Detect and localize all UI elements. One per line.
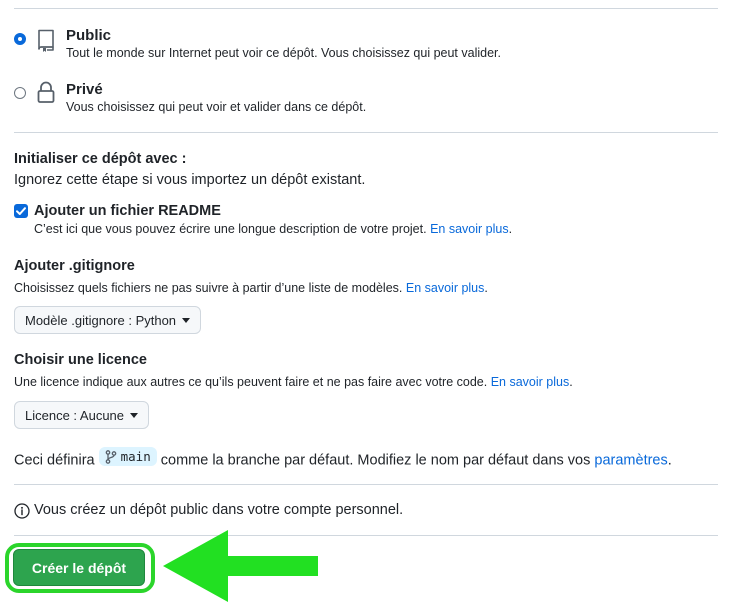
private-label[interactable]: Privé <box>66 81 103 98</box>
caret-down-icon <box>182 317 191 323</box>
gitignore-template-select[interactable]: Modèle .gitignore : Python <box>14 306 202 334</box>
caret-down-icon <box>130 412 139 418</box>
top-divider <box>14 8 718 9</box>
public-description: Tout le monde sur Internet peut voir ce … <box>66 46 501 60</box>
divider <box>14 132 718 133</box>
public-label[interactable]: Public <box>66 27 111 44</box>
gitignore-description: Choisissez quels fichiers ne pas suivre … <box>14 281 403 295</box>
gitignore-select-label: Modèle .gitignore : Python <box>25 312 177 328</box>
branch-note-middle: comme la branche par défaut. Modifiez le… <box>160 452 591 469</box>
period: . <box>484 281 488 295</box>
license-select[interactable]: Licence : Aucune <box>14 401 150 429</box>
info-icon <box>14 503 30 519</box>
divider <box>14 535 718 536</box>
gitignore-description-row: Choisissez quels fichiers ne pas suivre … <box>14 281 488 295</box>
create-repository-button[interactable]: Créer le dépôt <box>13 549 145 586</box>
gitignore-learn-more-link[interactable]: En savoir plus <box>406 281 485 295</box>
readme-description-row: C’est ici que vous pouvez écrire une lon… <box>34 222 512 236</box>
private-radio[interactable] <box>14 87 26 99</box>
check-icon <box>16 207 26 215</box>
branch-name: main <box>120 449 151 464</box>
divider <box>14 484 718 485</box>
settings-link[interactable]: paramètres <box>594 453 667 469</box>
period: . <box>569 375 573 389</box>
default-branch-note: Ceci définira main comme la branche par … <box>14 447 672 469</box>
git-branch-icon <box>105 449 116 464</box>
gitignore-heading: Ajouter .gitignore <box>14 258 135 274</box>
license-description-row: Une licence indique aux autres ce qu’ils… <box>14 375 573 389</box>
private-description: Vous choisissez qui peut voir et valider… <box>66 100 367 114</box>
branch-name-chip: main <box>98 447 157 466</box>
branch-note-prefix: Ceci définira <box>14 452 95 469</box>
public-radio[interactable] <box>14 33 26 45</box>
branch-note-suffix: . <box>667 452 672 469</box>
init-subheading: Ignorez cette étape si vous importez un … <box>14 172 366 188</box>
info-note: Vous créez un dépôt public dans votre co… <box>34 502 404 518</box>
license-heading: Choisir une licence <box>14 352 147 368</box>
license-learn-more-link[interactable]: En savoir plus <box>491 375 570 389</box>
readme-description: C’est ici que vous pouvez écrire une lon… <box>34 222 427 236</box>
arrow-left-icon <box>163 530 318 602</box>
license-select-label: Licence : Aucune <box>25 407 125 423</box>
readme-checkbox[interactable] <box>14 204 28 218</box>
readme-learn-more-link[interactable]: En savoir plus <box>430 222 509 236</box>
lock-icon <box>37 81 55 103</box>
init-heading: Initialiser ce dépôt avec : <box>14 151 187 167</box>
period: . <box>508 222 513 236</box>
repo-icon <box>38 29 54 52</box>
license-description: Une licence indique aux autres ce qu’ils… <box>14 375 488 389</box>
readme-label[interactable]: Ajouter un fichier README <box>34 203 221 219</box>
